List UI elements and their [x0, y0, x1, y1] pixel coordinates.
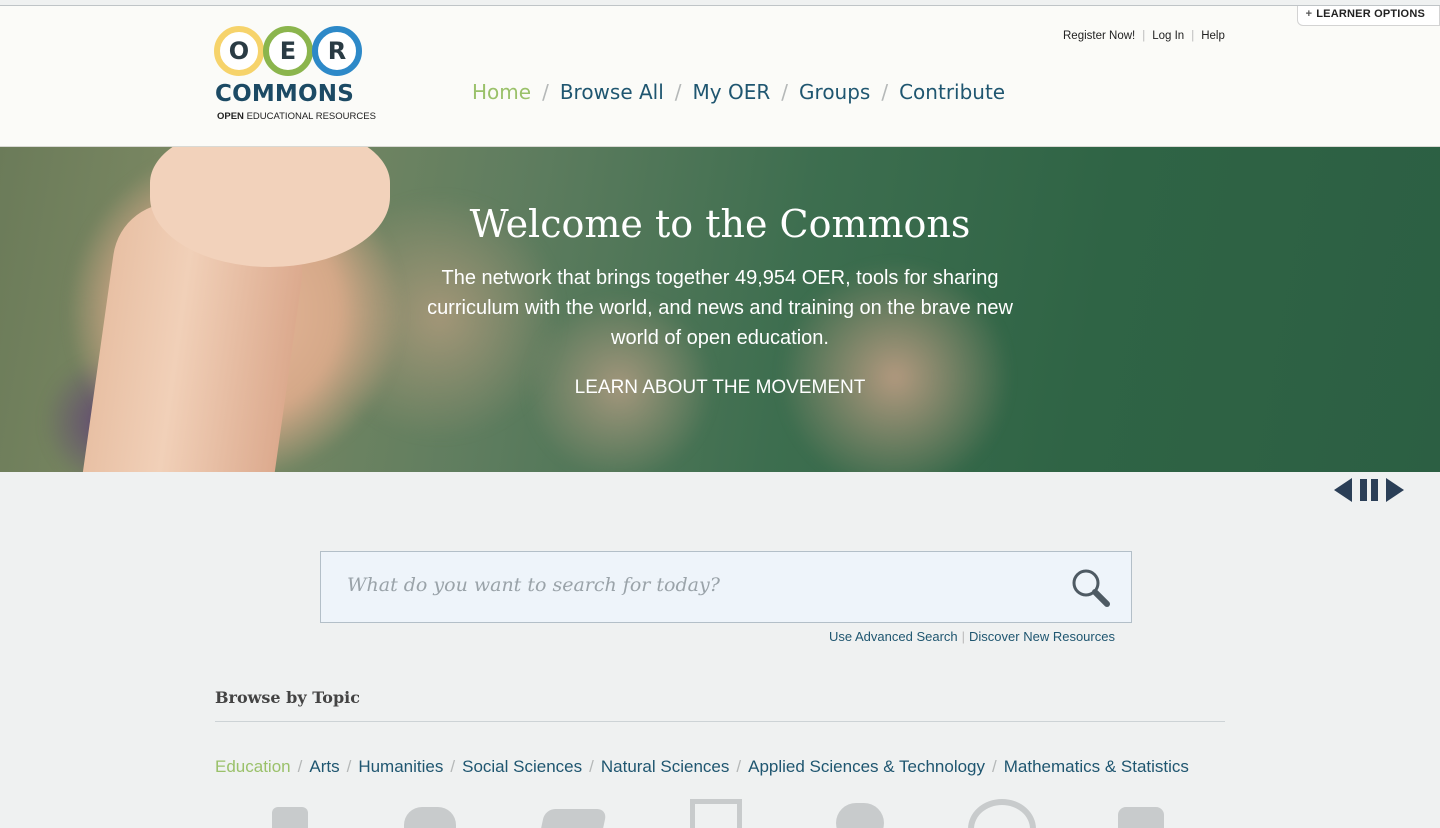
topic-mathematics[interactable]: Mathematics & Statistics: [1004, 757, 1189, 777]
nav-separator: /: [674, 80, 682, 104]
topic-arts[interactable]: Arts: [309, 757, 339, 777]
hero-banner: Welcome to the Commons The network that …: [0, 147, 1440, 472]
learner-options-label: LEARNER OPTIONS: [1316, 8, 1425, 20]
nav-separator: /: [881, 80, 889, 104]
mathematics-topic-icon[interactable]: [1118, 807, 1164, 828]
learner-options-button[interactable]: + LEARNER OPTIONS: [1296, 6, 1440, 26]
topic-separator: /: [992, 757, 997, 776]
logo-wordmark: COMMONS: [215, 81, 354, 107]
logo-rings: O E R: [214, 24, 366, 76]
login-link[interactable]: Log In: [1152, 30, 1184, 42]
next-slide-icon[interactable]: [1386, 478, 1404, 502]
site-header: + LEARNER OPTIONS O E R COMMONS OPEN EDUC…: [0, 6, 1440, 147]
advanced-search-link[interactable]: Use Advanced Search: [829, 629, 958, 644]
topic-natural-sciences[interactable]: Natural Sciences: [601, 757, 730, 777]
nav-browse-all[interactable]: Browse All: [560, 80, 664, 104]
topic-separator: /: [736, 757, 742, 776]
prev-slide-icon[interactable]: [1334, 478, 1352, 502]
search-box[interactable]: What do you want to search for today?: [320, 551, 1132, 623]
social-sciences-topic-icon[interactable]: [690, 799, 742, 828]
logo-ring-o: O: [214, 26, 264, 76]
nav-separator: /: [542, 80, 549, 104]
education-topic-icon[interactable]: [272, 807, 308, 828]
divider: |: [1142, 30, 1146, 42]
topic-nav: Education / Arts / Humanities / Social S…: [215, 757, 1189, 777]
pause-slideshow-icon[interactable]: [1360, 479, 1378, 501]
topic-separator: /: [589, 757, 594, 776]
plus-icon: +: [1305, 8, 1313, 20]
nav-contribute[interactable]: Contribute: [899, 80, 1005, 104]
topic-social-sciences[interactable]: Social Sciences: [462, 757, 582, 777]
divider: |: [961, 629, 966, 644]
arts-topic-icon[interactable]: [404, 807, 456, 828]
discover-resources-link[interactable]: Discover New Resources: [969, 629, 1115, 644]
nav-my-oer[interactable]: My OER: [693, 80, 771, 104]
search-links: Use Advanced Search | Discover New Resou…: [829, 629, 1115, 644]
register-link[interactable]: Register Now!: [1063, 30, 1135, 42]
natural-sciences-topic-icon[interactable]: [836, 803, 884, 828]
search-input[interactable]: What do you want to search for today?: [347, 574, 720, 596]
browse-heading: Browse by Topic: [215, 688, 360, 707]
logo-ring-r: R: [312, 26, 362, 76]
main-nav: Home / Browse All / My OER / Groups / Co…: [472, 80, 1005, 104]
nav-home[interactable]: Home: [472, 80, 531, 104]
divider: |: [1191, 30, 1195, 42]
hero-subtitle: The network that brings together 49,954 …: [427, 267, 1013, 349]
topic-separator: /: [297, 757, 303, 776]
nav-separator: /: [781, 80, 789, 104]
oer-commons-logo[interactable]: O E R COMMONS OPEN EDUCATIONAL RESOURCES: [214, 24, 376, 124]
topic-separator: /: [346, 757, 352, 776]
hero-title: Welcome to the Commons: [469, 202, 971, 246]
topic-education[interactable]: Education: [215, 757, 291, 777]
topic-applied-sciences[interactable]: Applied Sciences & Technology: [748, 757, 985, 777]
nav-groups[interactable]: Groups: [799, 80, 870, 104]
help-link[interactable]: Help: [1201, 30, 1225, 42]
slider-controls: [1334, 478, 1404, 502]
topic-separator: /: [450, 757, 456, 776]
learn-movement-link[interactable]: LEARN ABOUT THE MOVEMENT: [0, 377, 1440, 399]
applied-sciences-topic-icon[interactable]: [968, 799, 1036, 828]
topic-icons-row: [0, 795, 1440, 828]
search-icon[interactable]: [1069, 566, 1111, 608]
logo-ring-e: E: [263, 26, 313, 76]
utility-links: Register Now! | Log In | Help: [1063, 30, 1225, 42]
browse-divider: [215, 721, 1225, 722]
topic-humanities[interactable]: Humanities: [358, 757, 443, 777]
logo-tagline: OPEN EDUCATIONAL RESOURCES: [217, 111, 376, 122]
humanities-topic-icon[interactable]: [538, 809, 608, 828]
